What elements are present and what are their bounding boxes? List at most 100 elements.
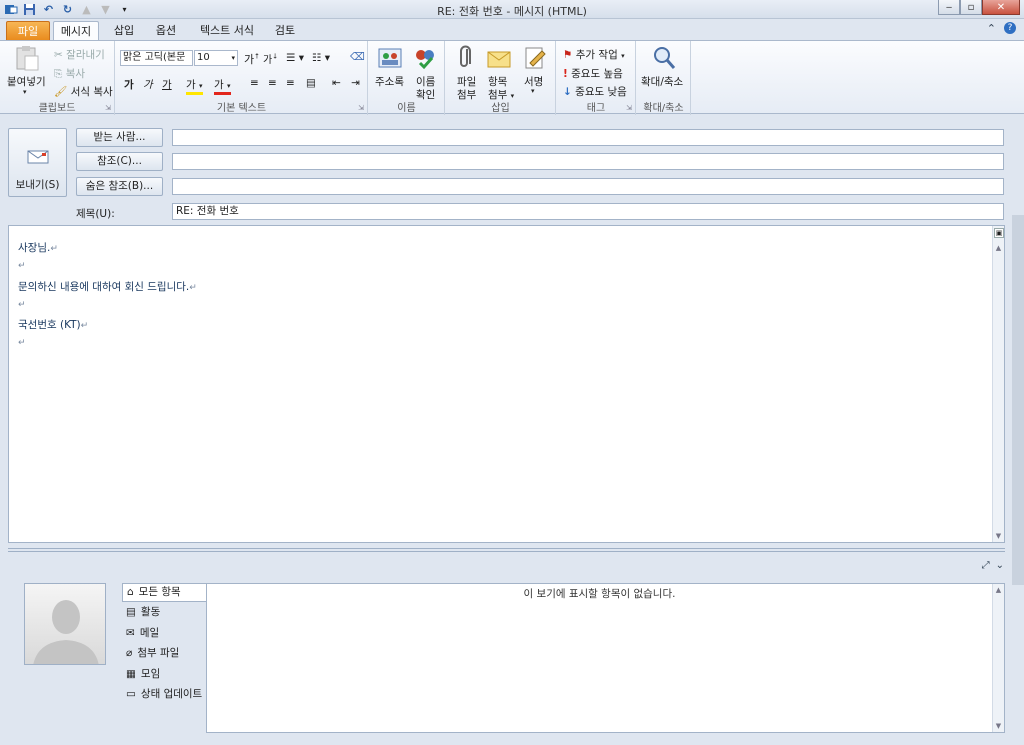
tab-format-text[interactable]: 텍스트 서식 xyxy=(191,21,263,41)
pp-scroll-down-icon[interactable]: ▼ xyxy=(993,722,1004,730)
clipboard-launcher-icon[interactable]: ⇲ xyxy=(105,104,111,112)
font-name-combo[interactable]: 맑은 고딕(본문 xyxy=(120,50,193,66)
paragraph-mark-icon: ↵ xyxy=(18,300,26,310)
nav-status-updates-label: 상태 업데이트 xyxy=(140,688,203,700)
scroll-down-icon[interactable]: ▼ xyxy=(993,532,1004,540)
body-line-text: 사장님. xyxy=(18,242,51,254)
format-painter-button[interactable]: 🖌 서식 복사 xyxy=(54,84,113,99)
paste-dropdown-icon[interactable]: ▾ xyxy=(23,88,27,96)
underline-button[interactable]: 가 xyxy=(162,77,172,92)
font-size-combo[interactable]: 10 ▾ xyxy=(194,50,238,66)
home-icon: ⌂ xyxy=(127,586,134,598)
nav-meetings[interactable]: ▦ 모임 xyxy=(122,665,206,684)
tab-review[interactable]: 검토 xyxy=(268,21,302,41)
nav-activities-label: 활동 xyxy=(140,606,161,618)
body-line-text: 국선번호 (KT) xyxy=(18,319,81,331)
people-pane-splitter[interactable] xyxy=(8,548,1005,552)
nav-status-updates[interactable]: ▭ 상태 업데이트 xyxy=(122,685,206,704)
pp-scroll-up-icon[interactable]: ▲ xyxy=(993,586,1004,594)
paste-button[interactable]: 붙여넣기 xyxy=(7,74,46,89)
scroll-up-icon[interactable]: ▲ xyxy=(993,244,1004,252)
body-line: ↵ xyxy=(18,298,26,310)
nav-mail-label: 메일 xyxy=(139,627,160,639)
tags-launcher-icon[interactable]: ⇲ xyxy=(626,104,632,112)
cc-button[interactable]: 참조(C)... xyxy=(76,152,163,171)
align-right-icon[interactable]: ≡ xyxy=(286,77,295,89)
window-scrollbar[interactable] xyxy=(1012,215,1024,585)
tab-file[interactable]: 파일 xyxy=(6,21,50,41)
clear-formatting-icon[interactable]: ⌫ xyxy=(350,51,365,63)
send-label: 보내기(S) xyxy=(15,179,60,191)
to-button[interactable]: 받는 사람... xyxy=(76,128,163,147)
increase-indent-icon[interactable]: ⇥ xyxy=(351,77,360,89)
paragraph-mark-icon: ↵ xyxy=(50,244,58,254)
message-body[interactable]: 사장님.↵ ↵ 문의하신 내용에 대하여 회신 드립니다.↵ ↵ 국선번호 (K… xyxy=(8,225,1005,543)
paragraph-mark-icon: ↵ xyxy=(18,338,26,348)
group-basic-text: 맑은 고딕(본문 10 ▾ 가↑ 가↓ ☰ ▾ ☷ ▾ ⌫ 가 가 가 가 ▾ 가… xyxy=(116,41,368,115)
people-pane-nav: ⌂ 모든 항목 ▤ 활동 ✉ 메일 ⌀ 첨부 파일 ▦ 모임 ▭ 상태 업데이트 xyxy=(122,583,206,733)
nav-activities[interactable]: ▤ 활동 xyxy=(122,603,206,622)
italic-button[interactable]: 가 xyxy=(143,77,153,92)
grow-font-icon[interactable]: 가↑ xyxy=(244,51,260,67)
help-icon[interactable]: ? xyxy=(1004,22,1016,34)
paperclip-small-icon: ⌀ xyxy=(126,647,133,659)
address-book-button[interactable]: 주소록 xyxy=(375,74,404,89)
nav-mail[interactable]: ✉ 메일 xyxy=(122,624,206,643)
align-center-icon[interactable]: ≡ xyxy=(268,77,277,89)
expand-icon[interactable]: ⤢ xyxy=(982,560,990,571)
ruler-toggle-icon[interactable]: ▣ xyxy=(994,228,1004,238)
decrease-indent-icon[interactable]: ⇤ xyxy=(332,77,341,89)
font-size-dropdown-icon: ▾ xyxy=(231,54,235,62)
nav-attachments-label: 첨부 파일 xyxy=(137,647,180,659)
numbering-icon[interactable]: ☷ ▾ xyxy=(312,52,330,64)
magnifier-icon xyxy=(654,47,676,69)
bcc-field[interactable] xyxy=(172,178,1004,195)
group-clipboard: 붙여넣기 ▾ ✂ 잘라내기 ⎘ 복사 🖌 서식 복사 클립보드 ⇲ xyxy=(0,41,115,115)
low-importance-button[interactable]: ↓ 중요도 낮음 xyxy=(563,84,627,99)
cut-button[interactable]: ✂ 잘라내기 xyxy=(54,47,105,62)
tab-options[interactable]: 옵션 xyxy=(149,21,183,41)
font-size-value: 10 xyxy=(197,52,210,63)
cc-field[interactable] xyxy=(172,153,1004,170)
high-importance-button[interactable]: ! 중요도 높음 xyxy=(563,66,623,81)
copy-button[interactable]: ⎘ 복사 xyxy=(54,66,85,81)
justify-icon[interactable]: ▤ xyxy=(306,77,316,89)
send-button[interactable]: 보내기(S) xyxy=(8,128,67,197)
body-scrollbar[interactable]: ▣ ▲ ▼ xyxy=(992,226,1004,542)
paragraph-mark-icon: ↵ xyxy=(18,261,26,271)
bullets-icon[interactable]: ☰ ▾ xyxy=(286,52,304,64)
close-button[interactable]: ✕ xyxy=(982,0,1020,15)
nav-all-items[interactable]: ⌂ 모든 항목 xyxy=(122,583,206,602)
ribbon-collapse-icon[interactable]: ⌃ xyxy=(987,22,996,35)
align-left-icon[interactable]: ≡ xyxy=(250,77,259,89)
minimize-button[interactable]: ‒ xyxy=(938,0,960,15)
tab-message[interactable]: 메시지 xyxy=(53,21,99,41)
insert-group-label: 삽입 xyxy=(491,103,510,114)
tab-insert[interactable]: 삽입 xyxy=(107,21,141,41)
flag-icon: ⚑ xyxy=(563,49,573,61)
down-arrow-blue-icon: ↓ xyxy=(563,86,572,98)
group-names: 주소록 이름 확인 이름 xyxy=(369,41,445,115)
maximize-button[interactable]: ▫ xyxy=(960,0,982,15)
signature-dropdown-icon[interactable]: ▾ xyxy=(531,87,535,95)
highlight-button[interactable]: 가 ▾ xyxy=(186,77,203,95)
nav-all-items-label: 모든 항목 xyxy=(138,586,181,598)
nav-attachments[interactable]: ⌀ 첨부 파일 xyxy=(122,644,206,663)
collapse-chevron-icon[interactable]: ⌄ xyxy=(996,560,1004,571)
to-field[interactable] xyxy=(172,129,1004,146)
shrink-font-icon[interactable]: 가↓ xyxy=(263,51,278,66)
zoom-button[interactable]: 확대/축소 xyxy=(641,74,683,89)
bcc-button[interactable]: 숨은 참조(B)... xyxy=(76,177,163,196)
follow-up-button[interactable]: ⚑ 추가 작업 ▾ xyxy=(563,47,625,62)
bold-button[interactable]: 가 xyxy=(124,77,134,92)
font-color-button[interactable]: 가 ▾ xyxy=(214,77,231,95)
subject-field[interactable]: RE: 전화 번호 xyxy=(172,203,1004,220)
nav-meetings-label: 모임 xyxy=(140,668,161,680)
ribbon-tabs: 파일 메시지 삽입 옵션 텍스트 서식 검토 xyxy=(0,19,1024,41)
person-silhouette-icon xyxy=(33,600,99,664)
people-pane-scrollbar[interactable]: ▲ ▼ xyxy=(992,584,1004,732)
paperclip-icon xyxy=(460,45,471,67)
follow-up-label: 추가 작업 xyxy=(575,49,618,61)
body-line: ↵ xyxy=(18,336,26,348)
basic-text-launcher-icon[interactable]: ⇲ xyxy=(358,104,364,112)
